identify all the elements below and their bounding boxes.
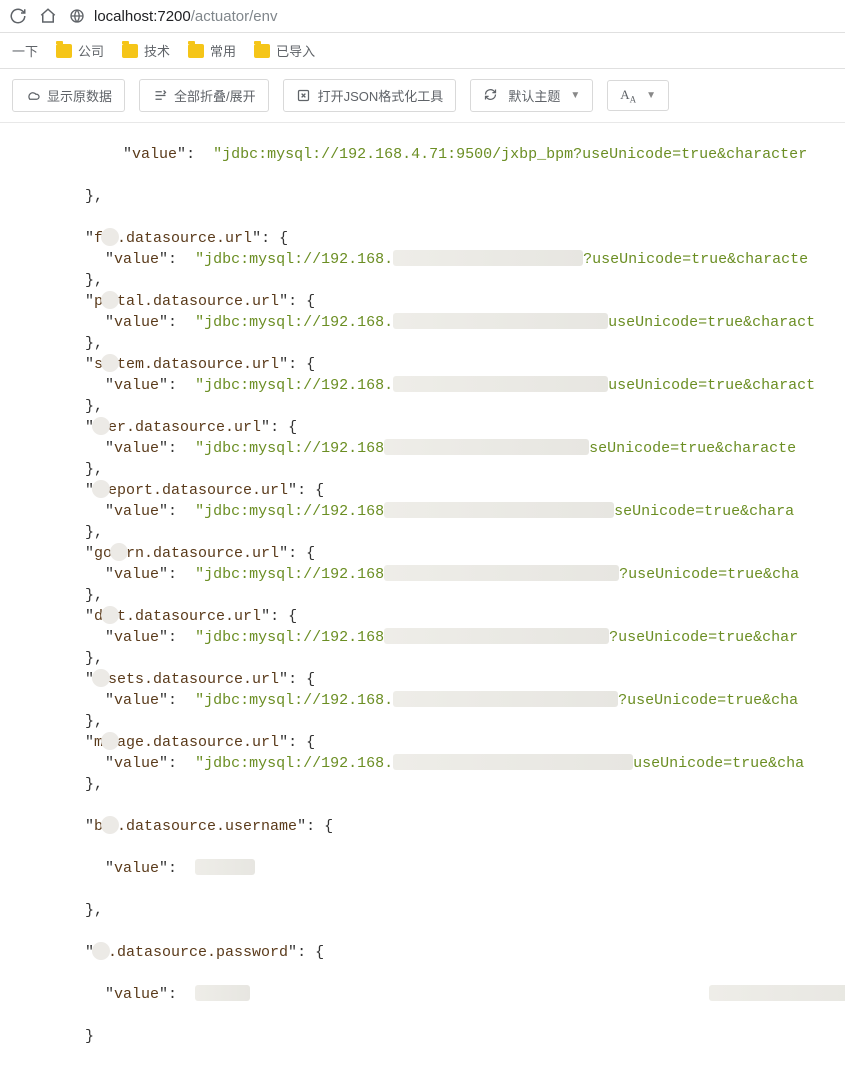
json-line: "eport.datasource.url": { <box>0 480 845 501</box>
json-line: "value": "jdbc:mysql://192.168seUnicode=… <box>0 438 845 459</box>
redacted-blur <box>393 754 633 770</box>
json-line: "value": "jdbc:mysql://192.168?useUnicod… <box>0 564 845 585</box>
redacted-blur <box>101 228 119 246</box>
json-line: }, <box>0 186 845 207</box>
open-json-formatter-button[interactable]: 打开JSON格式化工具 <box>283 79 457 112</box>
json-line: }, <box>0 711 845 732</box>
collapse-expand-button[interactable]: 全部折叠/展开 <box>139 79 269 112</box>
folder-icon <box>122 44 138 58</box>
chevron-down-icon: ▼ <box>646 90 656 101</box>
redacted-blur <box>384 502 614 518</box>
json-toolbar: 显示原数据 全部折叠/展开 打开JSON格式化工具 默认主题 ▼ AA ▼ <box>0 69 845 123</box>
json-line: ".datasource.password": { <box>0 942 845 963</box>
json-line: "value": "jdbc:mysql://192.168.4.71:9500… <box>0 144 845 165</box>
folder-icon <box>254 44 270 58</box>
redacted-blur <box>101 291 119 309</box>
json-line: "value": "jdbc:mysql://192.168?useUnicod… <box>0 627 845 648</box>
bookmark-item[interactable]: 公司 <box>56 41 104 60</box>
json-line: "f.datasource.url": { <box>0 228 845 249</box>
url-bar[interactable]: localhost:7200/actuator/env <box>68 7 837 25</box>
json-line: }, <box>0 648 845 669</box>
json-line: }, <box>0 774 845 795</box>
globe-icon <box>68 7 86 25</box>
redacted-blur <box>393 376 608 392</box>
json-line: "value": "jdbc:mysql://192.168.?useUnico… <box>0 249 845 270</box>
redacted-blur <box>709 985 845 1001</box>
bookmark-item[interactable]: 常用 <box>188 41 236 60</box>
json-line: }, <box>0 333 845 354</box>
redacted-blur <box>195 985 250 1001</box>
folder-icon <box>56 44 72 58</box>
json-line: }, <box>0 270 845 291</box>
redacted-blur <box>110 543 128 561</box>
reload-icon[interactable] <box>8 6 28 26</box>
json-content[interactable]: "value": "jdbc:mysql://192.168.4.71:9500… <box>0 123 845 1088</box>
folder-icon <box>188 44 204 58</box>
json-line: "stem.datasource.url": { <box>0 354 845 375</box>
external-icon <box>296 88 312 104</box>
url-host: localhost:7200 <box>94 8 191 25</box>
json-line: }, <box>0 459 845 480</box>
theme-select[interactable]: 默认主题 ▼ <box>470 79 593 112</box>
redacted-blur <box>393 691 618 707</box>
json-line: "value": "jdbc:mysql://192.168.useUnicod… <box>0 375 845 396</box>
json-line: } <box>0 1026 845 1047</box>
json-line: }, <box>0 396 845 417</box>
show-raw-button[interactable]: 显示原数据 <box>12 79 125 112</box>
json-line: "value": "jdbc:mysql://192.168.useUnicod… <box>0 753 845 774</box>
bookmark-item[interactable]: 技术 <box>122 41 170 60</box>
json-line: "b.datasource.username": { <box>0 816 845 837</box>
json-line: "value": "jdbc:mysql://192.168seUnicode=… <box>0 501 845 522</box>
json-line: }, <box>0 900 845 921</box>
font-size-label: AA <box>620 87 636 105</box>
home-icon[interactable] <box>38 6 58 26</box>
collapse-icon <box>152 88 168 104</box>
redacted-blur <box>393 250 583 266</box>
json-line: "value": <box>0 858 845 879</box>
browser-nav-bar: localhost:7200/actuator/env <box>0 0 845 33</box>
json-line: "dt.datasource.url": { <box>0 606 845 627</box>
redacted-blur <box>92 417 110 435</box>
redacted-blur <box>101 732 119 750</box>
chevron-down-icon: ▼ <box>570 90 580 101</box>
json-line: "ptal.datasource.url": { <box>0 291 845 312</box>
json-line: "mage.datasource.url": { <box>0 732 845 753</box>
json-line: "sets.datasource.url": { <box>0 669 845 690</box>
font-size-select[interactable]: AA ▼ <box>607 80 669 112</box>
refresh-icon <box>483 87 498 105</box>
json-line: "er.datasource.url": { <box>0 417 845 438</box>
json-line: }, <box>0 522 845 543</box>
json-line: "value": <box>0 984 845 1005</box>
quick-label[interactable]: 一下 <box>12 41 38 60</box>
bookmarks-bar: 一下 公司 技术 常用 已导入 <box>0 33 845 69</box>
redacted-blur <box>195 859 255 875</box>
redacted-blur <box>384 439 589 455</box>
redacted-blur <box>393 313 608 329</box>
json-line: }, <box>0 585 845 606</box>
json-line: "value": "jdbc:mysql://192.168.?useUnico… <box>0 690 845 711</box>
json-line: "gorn.datasource.url": { <box>0 543 845 564</box>
redacted-blur <box>101 816 119 834</box>
json-line: "value": "jdbc:mysql://192.168.useUnicod… <box>0 312 845 333</box>
redacted-blur <box>92 480 110 498</box>
redacted-blur <box>92 942 110 960</box>
redacted-blur <box>101 354 119 372</box>
url-path: /actuator/env <box>191 8 278 25</box>
redacted-blur <box>101 606 119 624</box>
redacted-blur <box>92 669 110 687</box>
bookmark-item[interactable]: 已导入 <box>254 41 315 60</box>
redacted-blur <box>384 565 619 581</box>
redacted-blur <box>384 628 609 644</box>
cloud-icon <box>25 88 41 104</box>
